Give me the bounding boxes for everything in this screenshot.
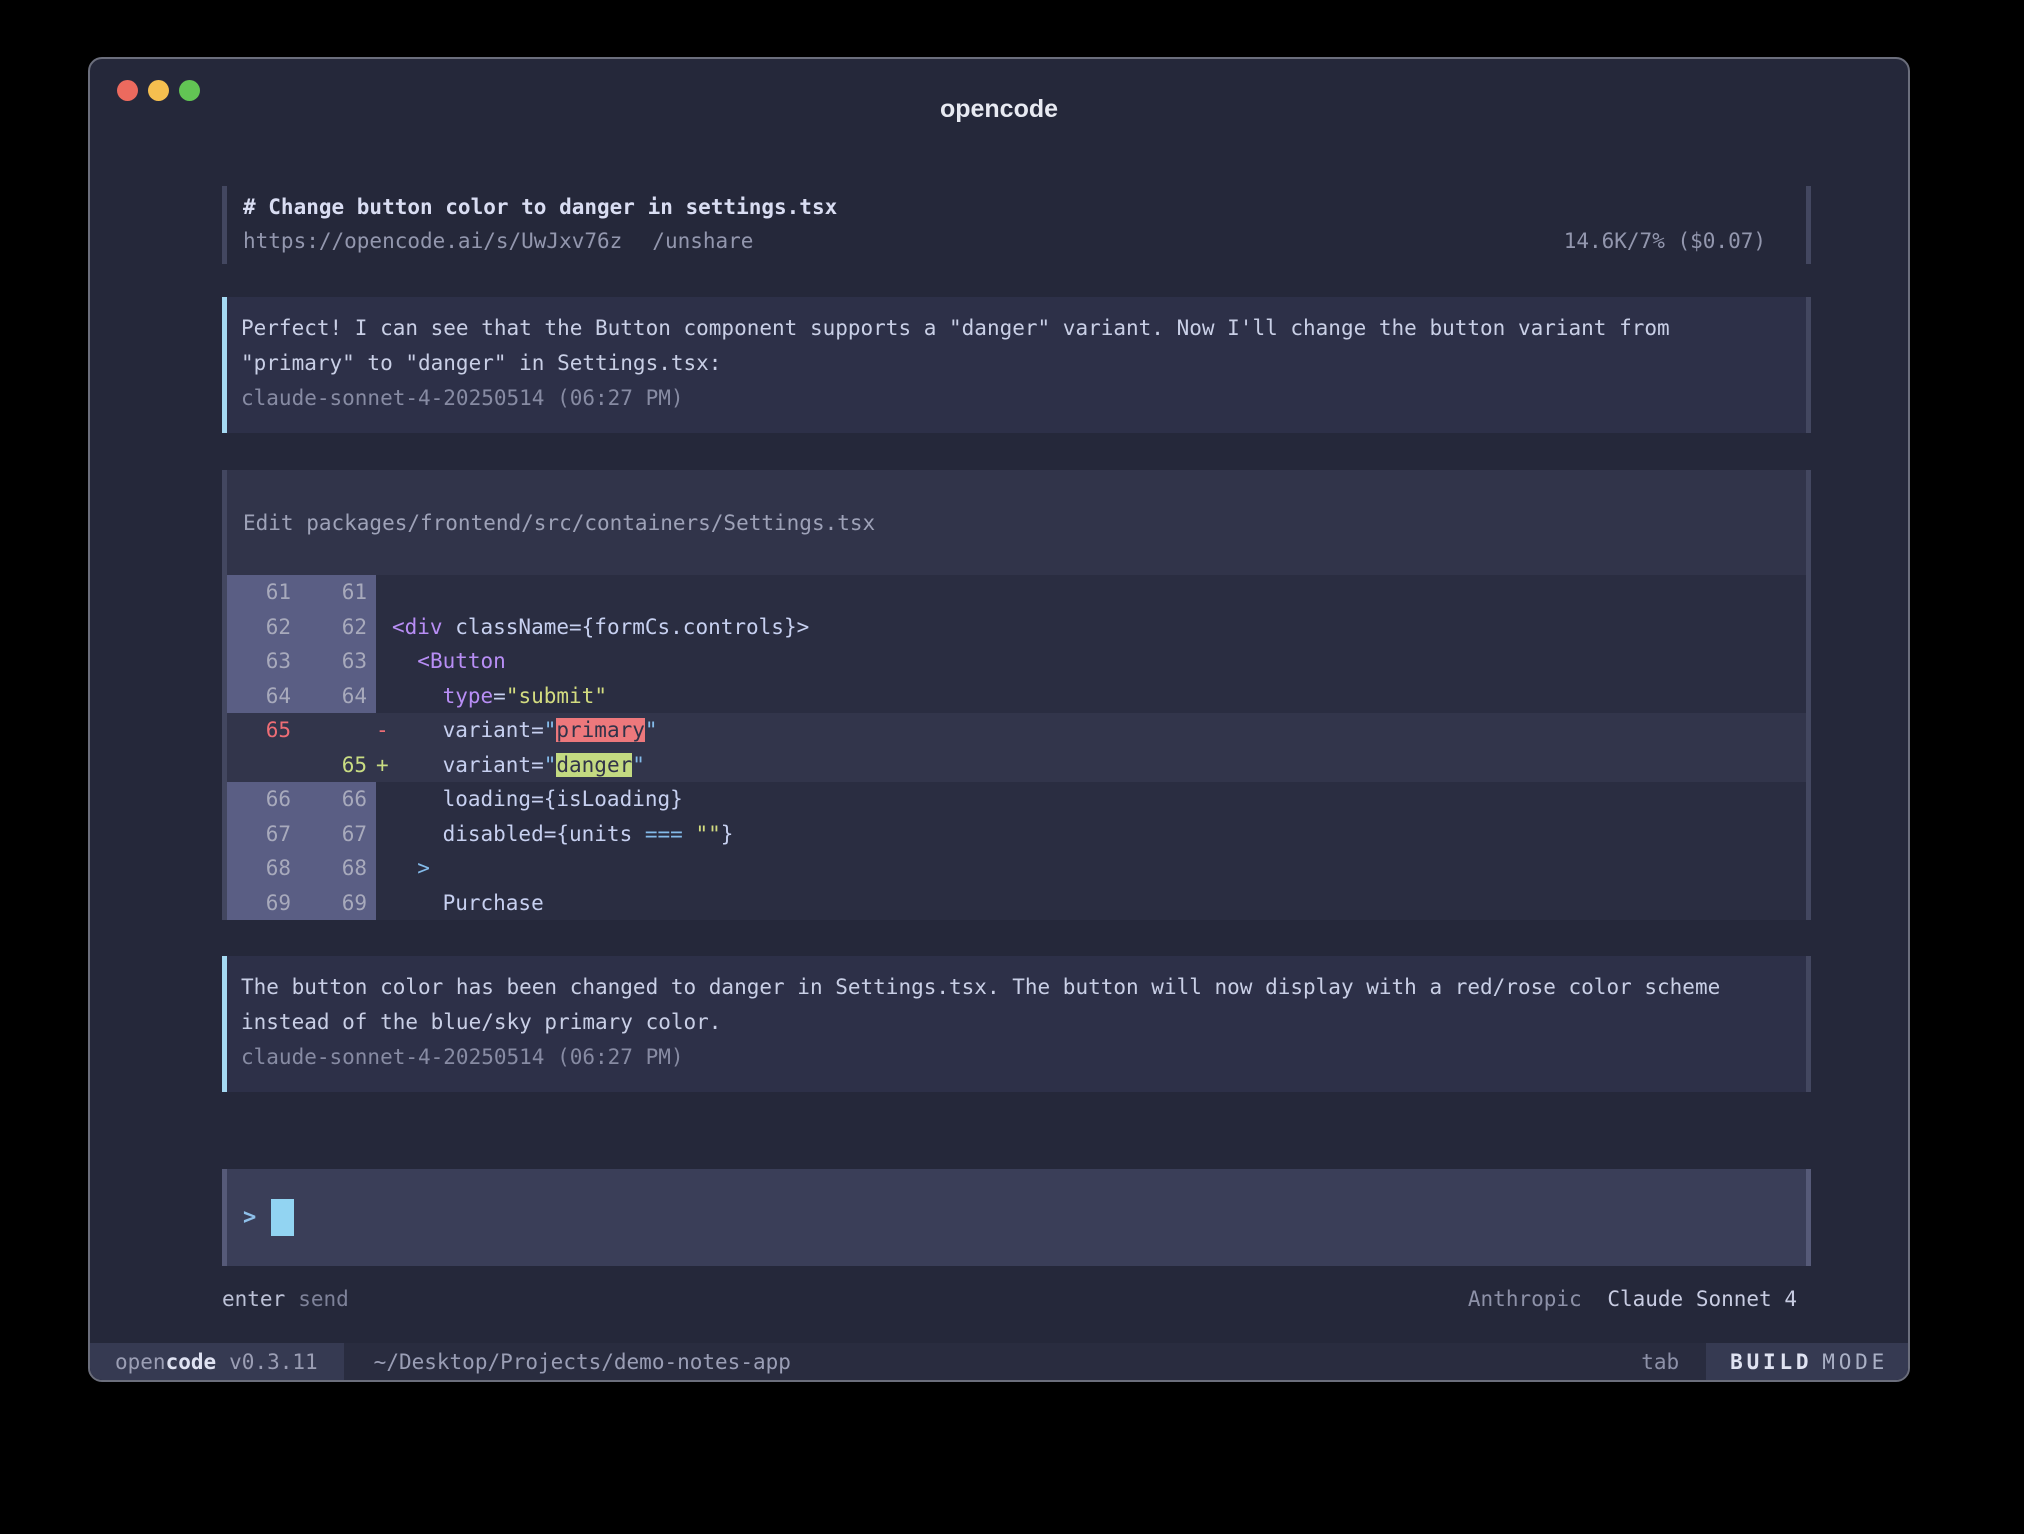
diff-row: 6666 loading={isLoading} (227, 782, 1806, 817)
diff-code-line: variant="danger" (392, 753, 1806, 777)
diff-code-line: disabled={units === ""} (392, 822, 1806, 846)
diff-code-line: type="submit" (392, 684, 1806, 708)
diff-row: 6363 <Button (227, 644, 1806, 679)
title-bar: opencode (90, 59, 1908, 137)
right-border-strip (1806, 956, 1811, 1092)
session-header: # Change button color to danger in setti… (222, 186, 1811, 264)
status-bar: opencode v0.3.11 ~/Desktop/Projects/demo… (90, 1343, 1908, 1380)
diff-change-marker: - (376, 718, 392, 742)
diff-code-line: > (392, 856, 1806, 880)
send-action-hint: send (298, 1284, 349, 1314)
working-directory: ~/Desktop/Projects/demo-notes-app (374, 1350, 791, 1374)
message-meta: claude-sonnet-4-20250514 (06:27 PM) (241, 381, 1758, 416)
message-text: The button color has been changed to dan… (241, 970, 1758, 1040)
unshare-command[interactable]: /unshare (652, 224, 753, 258)
app-name-open: open (115, 1350, 166, 1374)
model-info: Anthropic Claude Sonnet 4 (1468, 1284, 1811, 1314)
message-text: Perfect! I can see that the Button compo… (241, 311, 1758, 381)
diff-old-line-number: 61 (227, 575, 293, 610)
edit-tool-title: Edit packages/frontend/src/containers/Se… (227, 470, 1806, 575)
prompt-symbol: > (243, 1205, 256, 1230)
diff-old-line-number: 66 (227, 782, 293, 817)
build-mode-segment: BUILD MODE (1706, 1343, 1908, 1380)
diff-row: 6767 disabled={units === ""} (227, 817, 1806, 852)
model-name: Claude Sonnet 4 (1607, 1287, 1797, 1311)
diff-old-line-number: 63 (227, 644, 293, 679)
window-title: opencode (90, 95, 1908, 124)
session-title: # Change button color to danger in setti… (243, 190, 1790, 224)
diff-row: 6868 > (227, 851, 1806, 886)
hint-row: enter send Anthropic Claude Sonnet 4 (222, 1284, 1811, 1314)
diff-row: 6969 Purchase (227, 886, 1806, 921)
diff-old-line-number: 68 (227, 851, 293, 886)
context-usage-stats: 14.6K/7% ($0.07) (1564, 224, 1790, 258)
diff-row: 65+ variant="danger" (227, 748, 1806, 783)
diff-code-line: <div className={formCs.controls}> (392, 615, 1806, 639)
diff-new-line-number: 64 (293, 679, 376, 714)
diff-new-line-number: 61 (293, 575, 376, 610)
diff-row: 6464 type="submit" (227, 679, 1806, 714)
app-version-segment: opencode v0.3.11 (90, 1343, 344, 1380)
app-version: v0.3.11 (229, 1350, 318, 1374)
input-border-strip (1806, 1169, 1811, 1266)
diff-old-line-number: 64 (227, 679, 293, 714)
diff-view: 61616262 <div className={formCs.controls}… (227, 575, 1806, 920)
message-meta: claude-sonnet-4-20250514 (06:27 PM) (241, 1040, 1758, 1075)
diff-code-line: loading={isLoading} (392, 787, 1806, 811)
mode-label-bold: BUILD (1730, 1350, 1812, 1374)
right-border-strip (1806, 186, 1811, 264)
diff-new-line-number: 66 (293, 782, 376, 817)
right-border-strip (1806, 470, 1811, 920)
diff-new-line-number: 62 (293, 610, 376, 645)
diff-row: 6161 (227, 575, 1806, 610)
diff-row: 65 - variant="primary" (227, 713, 1806, 748)
diff-new-line-number: 68 (293, 851, 376, 886)
enter-key-hint: enter (222, 1284, 285, 1314)
model-provider: Anthropic (1468, 1287, 1582, 1311)
share-url-link[interactable]: https://opencode.ai/s/UwJxv76z (243, 224, 622, 258)
prompt-input-block: > (222, 1169, 1811, 1266)
diff-new-line-number: 63 (293, 644, 376, 679)
prompt-input[interactable]: > (227, 1169, 1806, 1266)
diff-code-line: variant="primary" (392, 718, 1806, 742)
diff-row: 6262 <div className={formCs.controls}> (227, 610, 1806, 645)
diff-new-line-number: 65 (293, 748, 376, 783)
edit-tool-card: Edit packages/frontend/src/containers/Se… (222, 470, 1811, 920)
text-cursor (271, 1199, 294, 1236)
right-border-strip (1806, 297, 1811, 433)
diff-change-marker: + (376, 753, 392, 777)
app-name-code: code (166, 1350, 217, 1374)
opencode-window: opencode # Change button color to danger… (88, 57, 1910, 1382)
diff-old-line-number: 65 (227, 713, 293, 748)
diff-code-line: <Button (392, 649, 1806, 673)
diff-new-line-number: 67 (293, 817, 376, 852)
assistant-message: The button color has been changed to dan… (222, 956, 1811, 1092)
mode-label-rest: MODE (1822, 1350, 1888, 1374)
assistant-message: Perfect! I can see that the Button compo… (222, 297, 1811, 433)
diff-code-line: Purchase (392, 891, 1806, 915)
diff-new-line-number: 69 (293, 886, 376, 921)
diff-old-line-number: 67 (227, 817, 293, 852)
tab-key-hint: tab (1614, 1343, 1706, 1380)
diff-old-line-number (227, 748, 293, 783)
diff-old-line-number: 62 (227, 610, 293, 645)
diff-old-line-number: 69 (227, 886, 293, 921)
diff-new-line-number (293, 713, 376, 748)
